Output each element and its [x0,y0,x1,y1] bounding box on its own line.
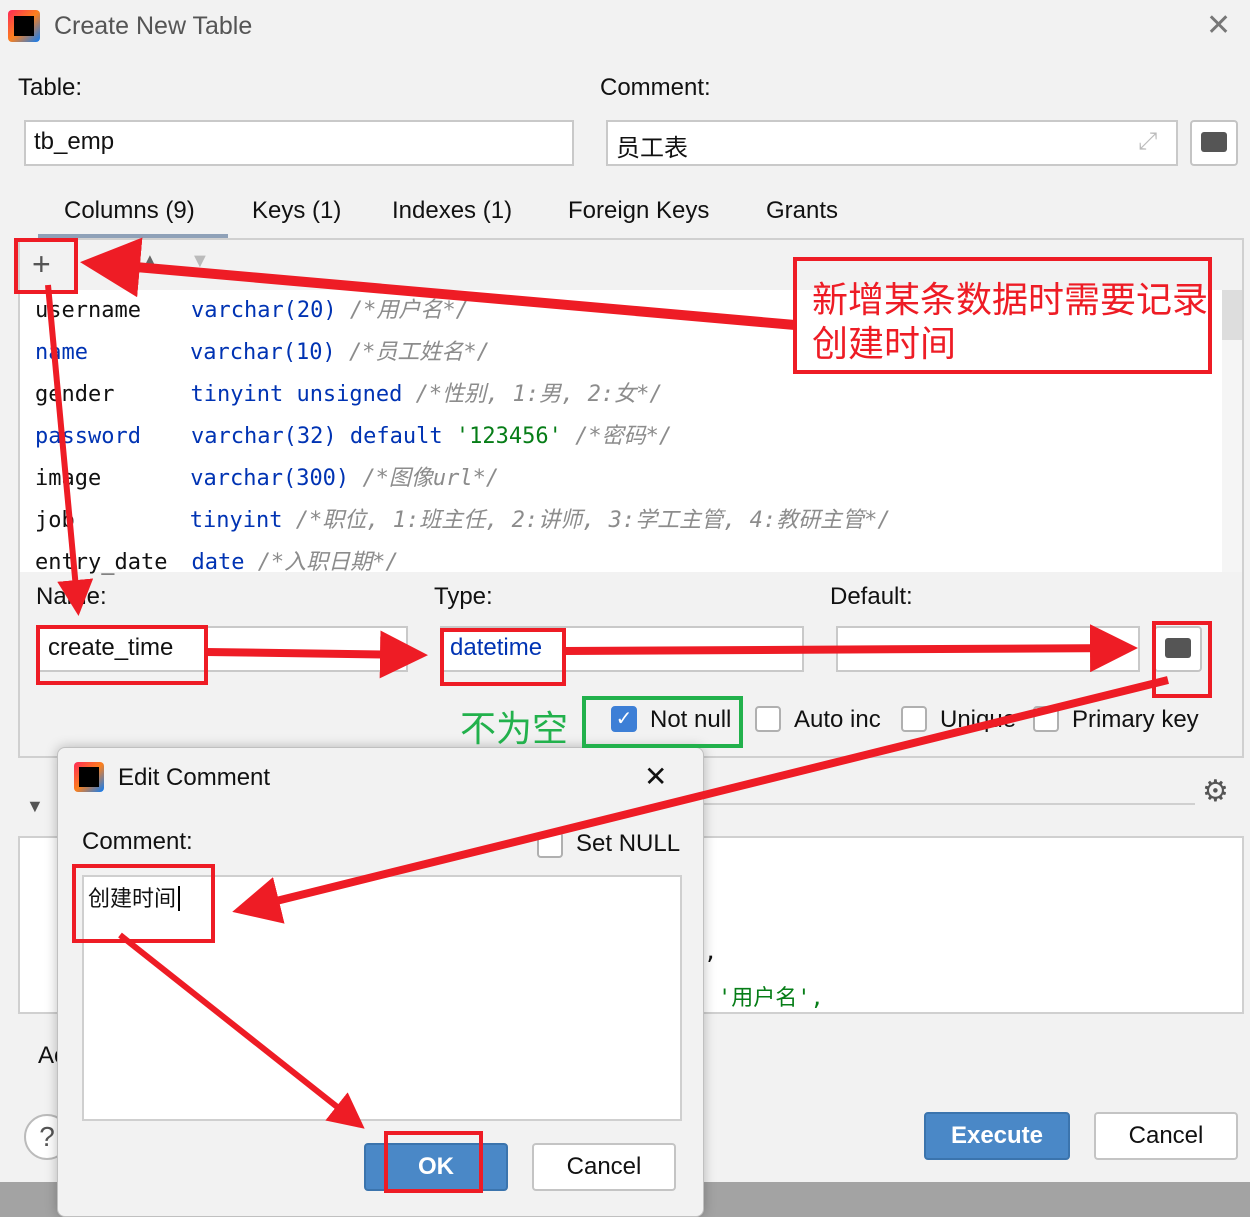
annotation-arrow [118,932,365,1129]
annotation-arrow [45,284,94,616]
annotation-box [440,628,566,686]
annotation-arrow [232,676,1169,924]
annotation-box [36,625,208,685]
annotation-arrow [563,624,1138,673]
annotation-box [14,238,78,294]
annotation-box-green [582,696,743,748]
annotation-overlay [14,237,1212,1193]
annotation-arrow [205,630,428,679]
annotation-note: 新增某条数据时需要记录 创建时间 [812,279,1209,364]
annotation-box [384,1131,483,1193]
annotation-not-null: 不为空 [460,708,569,749]
annotation-box [72,864,215,943]
annotation-arrow [80,237,796,330]
